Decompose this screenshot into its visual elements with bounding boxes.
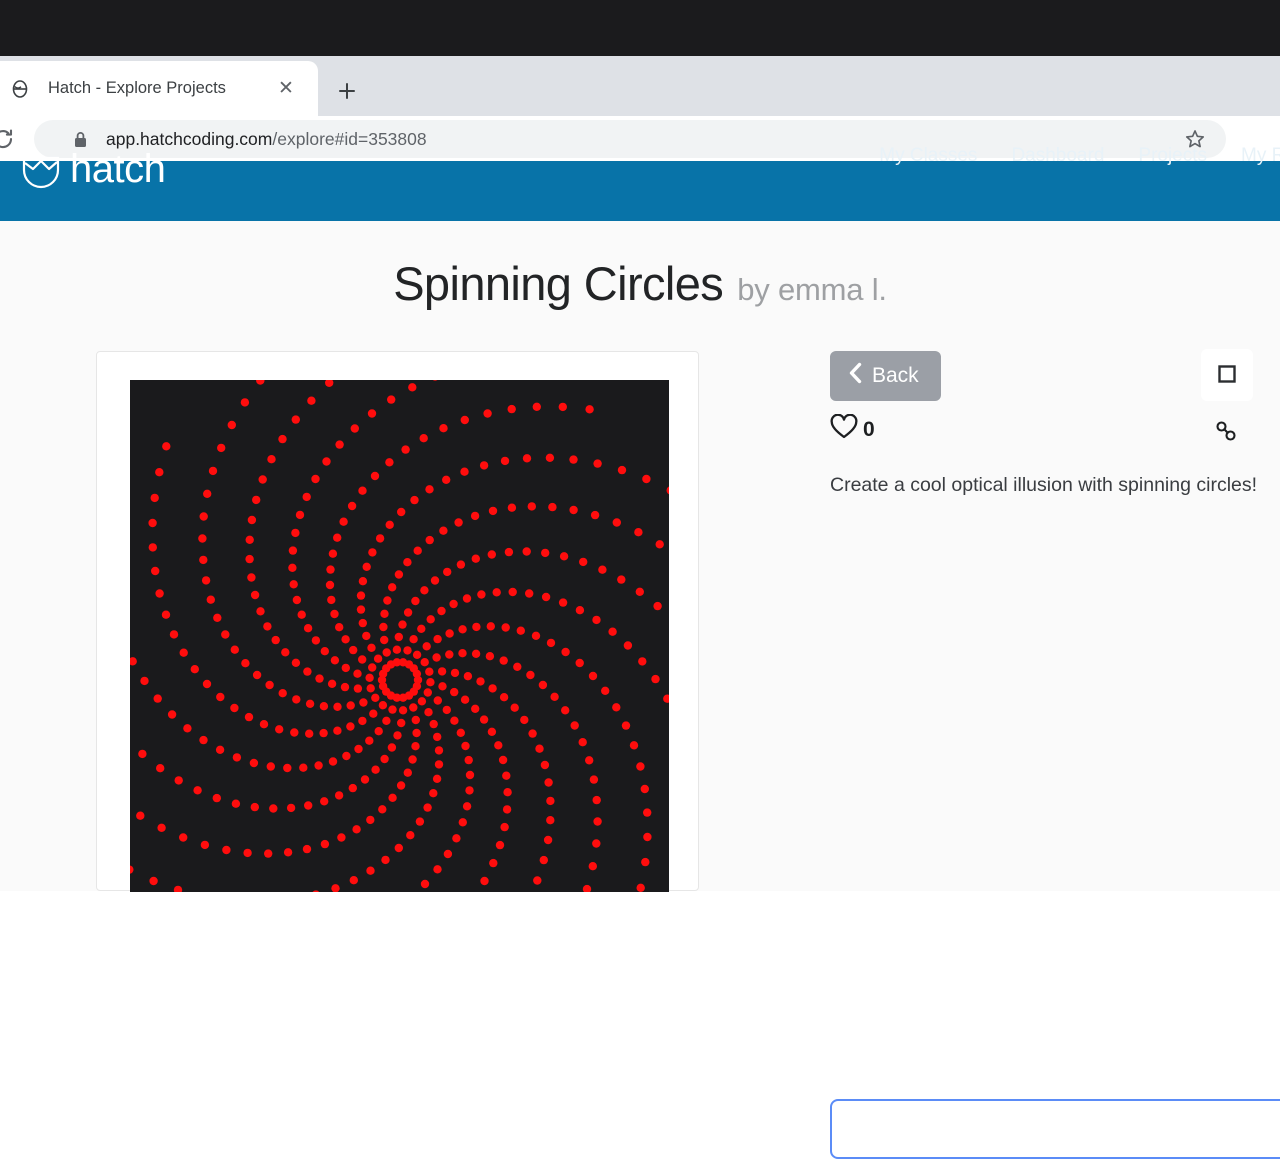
project-description: Create a cool optical illusion with spin… <box>830 474 1258 496</box>
project-meta-row: 0 <box>830 413 1280 460</box>
stop-button[interactable] <box>1201 349 1253 401</box>
chevron-left-icon <box>848 362 863 390</box>
reload-icon[interactable] <box>0 124 18 154</box>
back-button[interactable]: Back <box>830 351 941 401</box>
share-link-button[interactable] <box>1211 418 1241 448</box>
brand-logo[interactable]: hatch <box>18 139 166 199</box>
spinning-circles-artwork <box>130 380 669 892</box>
close-icon[interactable]: ✕ <box>274 77 298 101</box>
page-title: Spinning Circles by emma l. <box>0 256 1280 311</box>
address-path: /explore#id=353808 <box>272 128 427 149</box>
project-title: Spinning Circles <box>393 257 724 310</box>
browser-tabstrip: Hatch - Explore Projects ✕ <box>0 56 1280 116</box>
stop-square-icon <box>1217 364 1237 387</box>
project-canvas[interactable] <box>130 380 669 892</box>
project-author: by emma l. <box>737 272 887 307</box>
link-chain-icon <box>1213 418 1239 449</box>
project-action-row: Back <box>830 349 1280 403</box>
nav-link-projects[interactable]: Projects <box>1138 145 1207 167</box>
hatch-favicon <box>10 79 30 99</box>
project-detail-column: Back 0 Create a cool optical illusion wi… <box>830 349 1280 1159</box>
brand-text: hatch <box>70 147 166 191</box>
new-tab-button[interactable] <box>330 74 364 108</box>
like-count: 0 <box>863 417 875 441</box>
browser-tab-title: Hatch - Explore Projects <box>48 79 226 97</box>
back-button-label: Back <box>872 364 919 387</box>
project-canvas-card <box>96 351 699 892</box>
heart-icon <box>830 413 858 445</box>
site-navbar: hatch My Classes Dashboard Projects My R… <box>0 145 1280 221</box>
browser-titlebar <box>0 0 1280 56</box>
hatch-logo-icon <box>18 146 64 192</box>
nav-link-dashboard[interactable]: Dashboard <box>1011 145 1104 167</box>
nav-link-my-results[interactable]: My Results <box>1241 145 1280 167</box>
nav-link-my-classes[interactable]: My Classes <box>879 145 977 167</box>
comment-input[interactable] <box>830 1099 1280 1159</box>
site-nav-links: My Classes Dashboard Projects My Results <box>879 145 1280 167</box>
browser-tab[interactable]: Hatch - Explore Projects ✕ <box>0 61 318 116</box>
like-button[interactable]: 0 <box>830 413 875 445</box>
project-detail-page: Spinning Circles by emma l. Back 0 Creat… <box>0 221 1280 1159</box>
